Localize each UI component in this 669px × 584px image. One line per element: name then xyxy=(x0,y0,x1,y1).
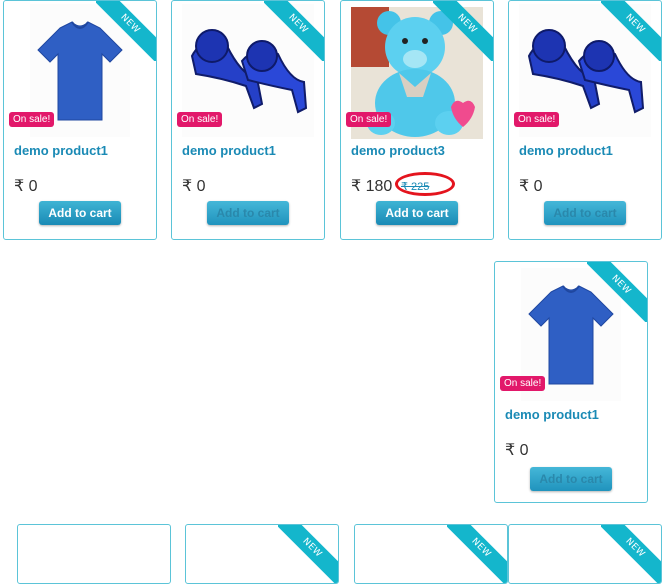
add-to-cart-button[interactable]: Add to cart xyxy=(376,201,458,225)
product-card: NEW xyxy=(185,524,339,584)
product-title[interactable]: demo product1 xyxy=(519,143,613,158)
product-card: NEW xyxy=(508,524,662,584)
product-card xyxy=(17,524,171,584)
sale-badge: On sale! xyxy=(514,112,560,127)
add-to-cart-button[interactable]: Add to cart xyxy=(544,201,626,225)
sale-badge: On sale! xyxy=(177,112,223,127)
product-card: NEW On sale! demo product1 ₹ 0 Add to ca… xyxy=(508,0,662,240)
new-ribbon: NEW xyxy=(96,1,156,61)
product-title[interactable]: demo product1 xyxy=(505,407,599,422)
product-card: NEW On sale! demo product1 ₹ 0 Add to ca… xyxy=(3,0,157,240)
add-to-cart-button[interactable]: Add to cart xyxy=(530,467,612,491)
new-ribbon: NEW xyxy=(447,525,507,583)
sale-badge: On sale! xyxy=(500,376,546,391)
product-price: ₹ 0 xyxy=(519,178,543,195)
product-card: NEW xyxy=(354,524,508,584)
sale-badge: On sale! xyxy=(9,112,55,127)
new-ribbon: NEW xyxy=(601,1,661,61)
sale-badge: On sale! xyxy=(346,112,392,127)
product-price: ₹ 180 xyxy=(351,178,393,195)
product-title[interactable]: demo product3 xyxy=(351,143,445,158)
product-price: ₹ 0 xyxy=(505,442,529,459)
new-ribbon: NEW xyxy=(601,525,661,583)
product-title[interactable]: demo product1 xyxy=(14,143,108,158)
product-price: ₹ 0 xyxy=(14,178,38,195)
product-card: NEW On sale! demo product3 ₹ 180 ₹ 225 A… xyxy=(340,0,494,240)
highlight-circle xyxy=(395,172,455,196)
new-ribbon: NEW xyxy=(587,262,647,322)
product-card: NEW On sale! demo product1 ₹ 0 Add to ca… xyxy=(494,261,648,503)
new-ribbon: NEW xyxy=(264,1,324,61)
add-to-cart-button[interactable]: Add to cart xyxy=(207,201,289,225)
product-card: NEW On sale! demo product1 ₹ 0 Add to ca… xyxy=(171,0,325,240)
add-to-cart-button[interactable]: Add to cart xyxy=(39,201,121,225)
product-title[interactable]: demo product1 xyxy=(182,143,276,158)
new-ribbon: NEW xyxy=(433,1,493,61)
new-ribbon: NEW xyxy=(278,525,338,583)
product-price: ₹ 0 xyxy=(182,178,206,195)
